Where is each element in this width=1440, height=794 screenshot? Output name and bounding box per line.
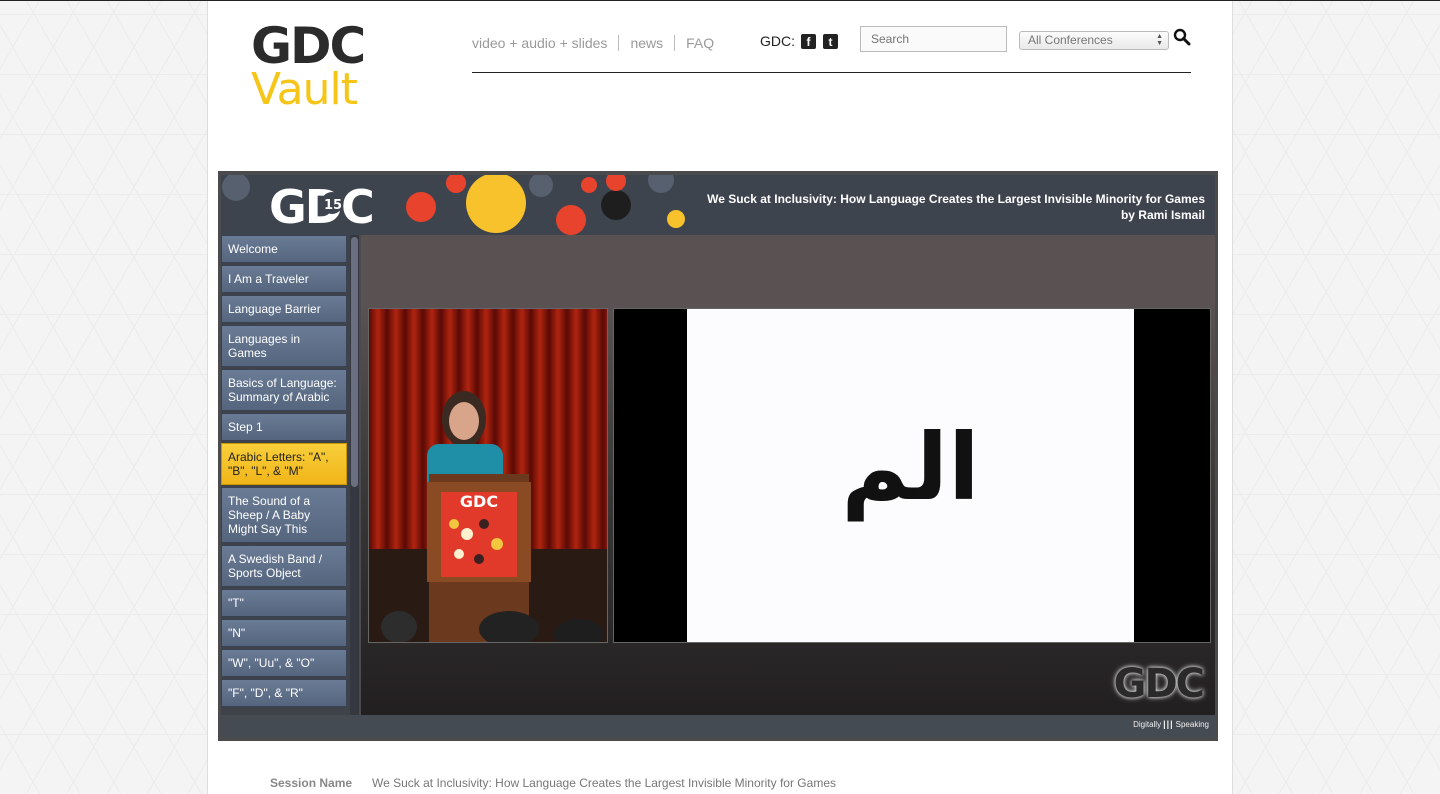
select-arrows-icon: ▲ ▼	[1156, 33, 1163, 47]
nav-divider	[674, 35, 676, 51]
slide-canvas: الم	[687, 309, 1134, 642]
talk-speaker: by Rami Ismail	[1120, 208, 1205, 222]
slide-arabic-text: الم	[841, 414, 980, 521]
chapter-item[interactable]: "N"	[221, 619, 347, 647]
player-stage: GDC الم GDC	[361, 235, 1215, 715]
chapter-item[interactable]: The Sound of a Sheep / A Baby Might Say …	[221, 487, 347, 543]
svg-text:GDC: GDC	[460, 492, 498, 511]
session-name-label: Session Name	[270, 776, 353, 790]
player-header: GDC 15 We Suck at Inclusivity: How Langu…	[221, 175, 1215, 235]
talk-title: We Suck at Inclusivity: How Language Cre…	[707, 192, 1205, 206]
speaker-video-frame: GDC	[369, 309, 607, 642]
chapter-item[interactable]: "F", "D", & "R"	[221, 679, 347, 707]
conference-select[interactable]: All Conferences ▲ ▼	[1019, 31, 1169, 50]
chapter-scrollbar[interactable]	[350, 235, 359, 715]
talk-title-block: We Suck at Inclusivity: How Language Cre…	[707, 191, 1205, 223]
search-icon[interactable]	[1173, 28, 1191, 46]
session-name-value: We Suck at Inclusivity: How Language Cre…	[372, 776, 836, 790]
chapter-list: Welcome I Am a Traveler Language Barrier…	[221, 235, 359, 715]
chapter-item[interactable]: Basics of Language: Summary of Arabic	[221, 369, 347, 411]
nav-rule	[472, 72, 1191, 73]
facebook-icon[interactable]: f	[801, 33, 816, 49]
credit-right: Speaking	[1175, 720, 1209, 729]
chapter-item[interactable]: "W", "Uu", & "O"	[221, 649, 347, 677]
chapter-scroll-thumb[interactable]	[351, 237, 358, 487]
waveform-icon: |||	[1163, 719, 1174, 729]
nav-news[interactable]: news	[630, 35, 663, 51]
chapter-item[interactable]: Welcome	[221, 235, 347, 263]
slide-video[interactable]: الم	[613, 308, 1211, 643]
main-nav: video + audio + slides news FAQ	[472, 35, 714, 51]
nav-video-audio-slides[interactable]: video + audio + slides	[472, 35, 607, 51]
chapter-item[interactable]: Languages in Games	[221, 325, 347, 367]
svg-text:15: 15	[324, 198, 342, 213]
session-info: Session Name We Suck at Inclusivity: How…	[270, 776, 836, 790]
twitter-icon[interactable]: t	[823, 33, 838, 49]
social-links: GDC: f t	[760, 33, 838, 49]
chapter-item[interactable]: A Swedish Band / Sports Object	[221, 545, 347, 587]
conference-select-value: All Conferences	[1028, 33, 1113, 47]
digitally-speaking-credit[interactable]: Digitally ||| Speaking	[1133, 719, 1209, 729]
social-label: GDC:	[760, 33, 795, 49]
gdc-vault-logo[interactable]: GDC Vault	[251, 21, 381, 115]
gdc15-watermark: GDC	[1113, 661, 1205, 707]
nav-divider	[618, 35, 620, 51]
player-footer: Digitally ||| Speaking	[221, 715, 1215, 737]
credit-left: Digitally	[1133, 720, 1162, 729]
chapter-items: Welcome I Am a Traveler Language Barrier…	[221, 235, 359, 707]
chapter-item[interactable]: "T"	[221, 589, 347, 617]
chapter-item-active[interactable]: Arabic Letters: "A", "B", "L", & "M"	[221, 443, 347, 485]
video-player: GDC 15 We Suck at Inclusivity: How Langu…	[218, 171, 1218, 741]
chapter-item[interactable]: Language Barrier	[221, 295, 347, 323]
speaker-video[interactable]: GDC	[368, 308, 608, 643]
page-container: GDC Vault video + audio + slides news FA…	[207, 1, 1233, 794]
search-input[interactable]	[860, 26, 1007, 52]
logo-vault-text: Vault	[251, 64, 358, 115]
chapter-item[interactable]: Step 1	[221, 413, 347, 441]
banner-gdc-text: GDC	[269, 180, 373, 234]
chapter-item[interactable]: I Am a Traveler	[221, 265, 347, 293]
gdc15-banner-art: GDC 15	[221, 175, 691, 235]
nav-faq[interactable]: FAQ	[686, 35, 714, 51]
